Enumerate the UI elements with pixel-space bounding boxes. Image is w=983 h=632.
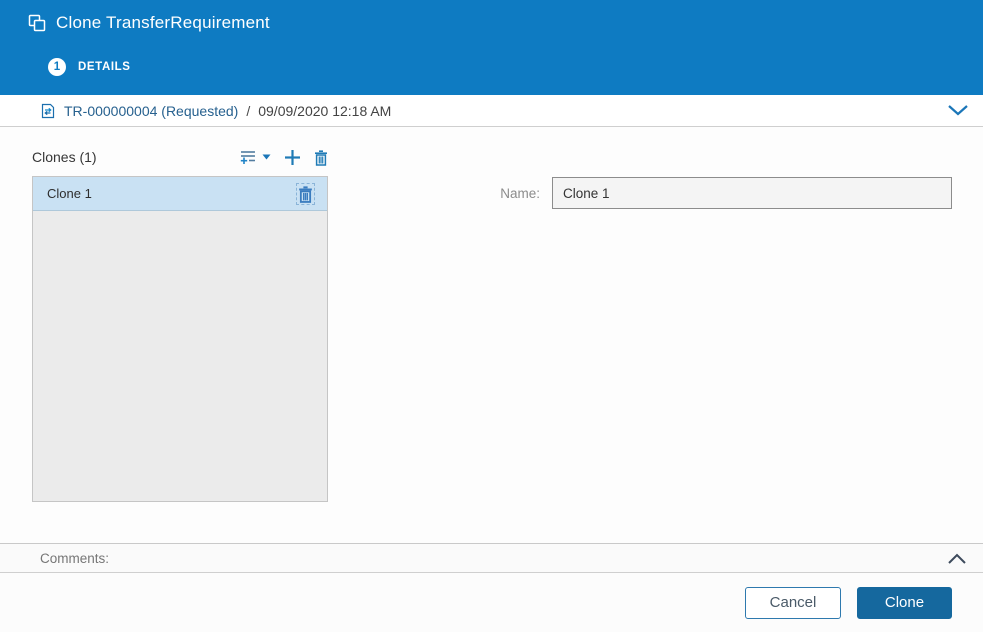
object-timestamp: 09/09/2020 12:18 AM bbox=[258, 102, 392, 119]
add-clone-button[interactable] bbox=[284, 149, 301, 166]
clone-row-label: Clone 1 bbox=[47, 186, 92, 201]
list-item-clone-1[interactable]: Clone 1 bbox=[33, 177, 327, 211]
comments-label: Comments: bbox=[40, 550, 110, 566]
clones-panel-title: Clones (1) bbox=[32, 149, 97, 165]
caret-down-icon bbox=[262, 154, 271, 160]
add-rows-icon bbox=[240, 149, 257, 165]
chevron-down-icon[interactable] bbox=[947, 104, 969, 117]
cancel-button[interactable]: Cancel bbox=[745, 586, 841, 619]
step-label: DETAILS bbox=[78, 60, 131, 73]
name-label: Name: bbox=[500, 185, 540, 201]
chevron-up-icon[interactable] bbox=[947, 553, 967, 565]
clones-list: Clone 1 bbox=[32, 176, 328, 502]
dialog-footer: Cancel Clone bbox=[0, 573, 983, 632]
breadcrumb: TR-000000004 (Requested) / 09/09/2020 12… bbox=[0, 95, 983, 127]
plus-icon bbox=[284, 149, 301, 166]
dialog-title: Clone TransferRequirement bbox=[56, 13, 270, 32]
clones-toolbar bbox=[240, 149, 328, 166]
clones-panel-header: Clones (1) bbox=[32, 145, 328, 169]
add-rows-dropdown-button[interactable] bbox=[240, 149, 271, 165]
dialog-header: Clone TransferRequirement 1 DETAILS bbox=[0, 0, 983, 95]
delete-clone-button[interactable] bbox=[314, 149, 328, 166]
name-field-group: Name: bbox=[460, 177, 952, 209]
wizard-step-details[interactable]: 1 DETAILS bbox=[48, 57, 131, 76]
clone-button[interactable]: Clone bbox=[857, 586, 952, 619]
step-number-badge: 1 bbox=[48, 57, 66, 76]
trash-icon bbox=[298, 185, 313, 203]
object-link[interactable]: TR-000000004 (Requested) bbox=[64, 103, 238, 119]
clone-icon bbox=[28, 14, 46, 32]
comments-section-header[interactable]: Comments: bbox=[0, 543, 983, 573]
row-delete-button[interactable] bbox=[296, 182, 315, 205]
header-title-row: Clone TransferRequirement bbox=[28, 10, 270, 36]
clone-dialog: Clone TransferRequirement 1 DETAILS TR-0… bbox=[0, 0, 983, 632]
breadcrumb-separator: / bbox=[246, 102, 251, 119]
name-input[interactable] bbox=[552, 177, 952, 209]
transfer-requirement-icon bbox=[40, 103, 56, 119]
trash-icon bbox=[314, 149, 328, 166]
